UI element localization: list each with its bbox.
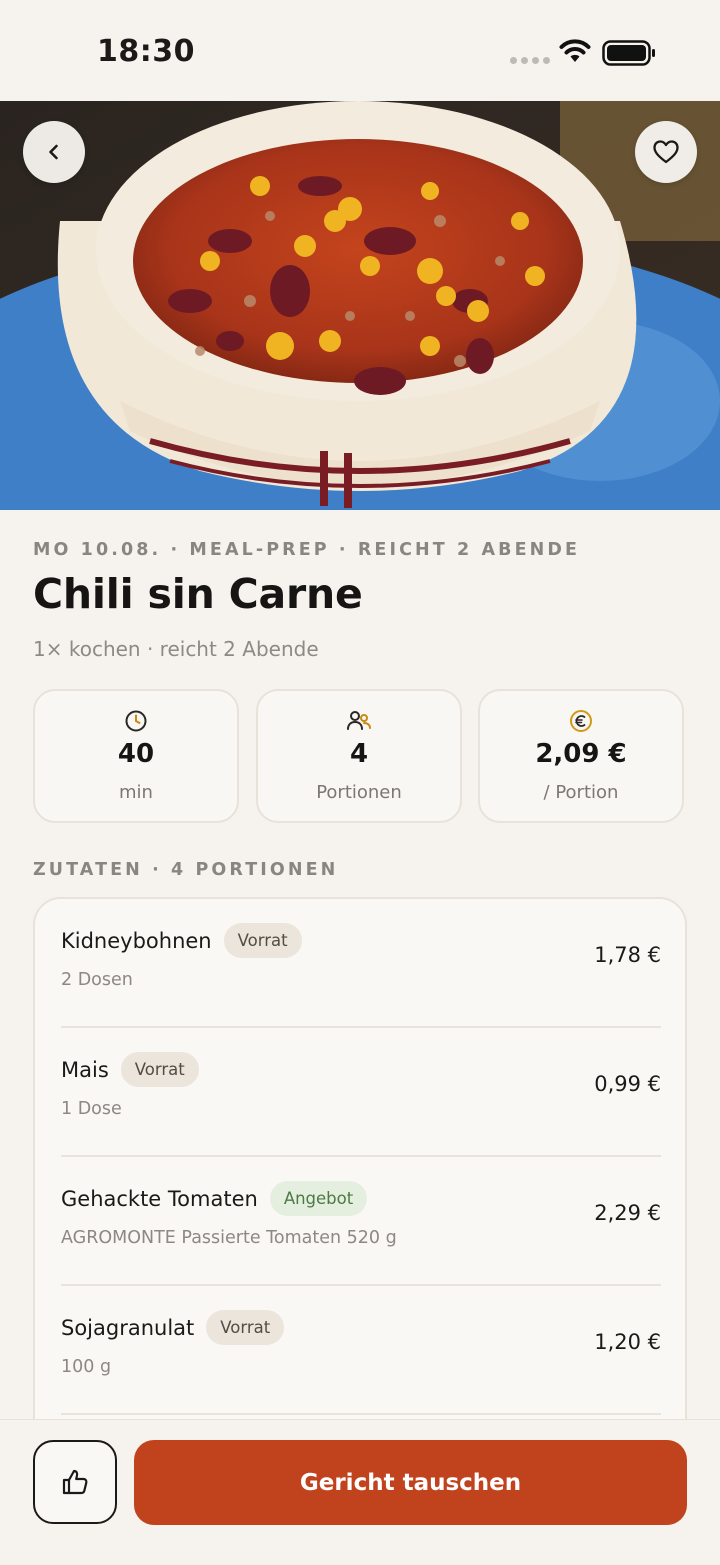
chili-bowl-image	[0, 101, 720, 510]
divider	[61, 1413, 661, 1415]
recipe-title: Chili sin Carne	[33, 570, 363, 618]
stock-badge: Vorrat	[120, 1052, 199, 1087]
thumbs-up-icon	[62, 1469, 88, 1495]
battery-icon	[602, 40, 655, 66]
ingredient-amount: 1 Dose	[61, 1099, 122, 1119]
ingredient-price: 1,78 €	[594, 943, 661, 967]
hero-image	[0, 101, 720, 510]
stat-card-portions: 4 Portionen	[256, 689, 462, 823]
favorite-button[interactable]	[635, 121, 697, 183]
ingredient-price: 1,20 €	[594, 1330, 661, 1354]
recipe-subtitle: 1× kochen · reicht 2 Abende	[33, 637, 319, 661]
ingredient-amount: 100 g	[61, 1357, 112, 1377]
clock-icon	[125, 710, 147, 732]
offer-badge: Angebot	[269, 1181, 368, 1216]
ingredient-row[interactable]: Gehackte Tomaten Angebot AGROMONTE Passi…	[61, 1157, 661, 1286]
ingredient-row[interactable]: Sojagranulat Vorrat 100 g 1,20 €	[61, 1286, 661, 1415]
heart-icon	[653, 140, 679, 164]
euro-icon	[570, 710, 592, 732]
ingredient-row[interactable]: Kidneybohnen Vorrat 2 Dosen 1,78 €	[61, 899, 661, 1028]
stat-portions-value: 4	[349, 739, 369, 769]
stat-price-label: / Portion	[543, 782, 619, 803]
ingredient-amount: AGROMONTE Passierte Tomaten 520 g	[61, 1228, 397, 1248]
ingredients-heading: ZUTATEN · 4 PORTIONEN	[33, 860, 339, 880]
chevron-left-icon	[49, 144, 58, 160]
like-button[interactable]	[33, 1440, 117, 1524]
stock-badge: Vorrat	[206, 1310, 285, 1345]
cellular-signal-icon	[510, 57, 550, 64]
ingredient-row[interactable]: Mais Vorrat 1 Dose 0,99 €	[61, 1028, 661, 1157]
ingredient-name: Kidneybohnen	[61, 928, 212, 953]
stat-time-value: 40	[117, 739, 155, 769]
ingredients-list: Kidneybohnen Vorrat 2 Dosen 1,78 € Mais …	[33, 897, 687, 1457]
ingredient-name: Mais	[61, 1057, 109, 1082]
stat-card-time: 40 min	[33, 689, 239, 823]
recipe-meta: MO 10.08. · MEAL-PREP · REICHT 2 ABENDE	[33, 540, 581, 560]
stat-price-value: 2,09 €	[535, 739, 627, 769]
ingredient-price: 2,29 €	[594, 1201, 661, 1225]
stat-time-label: min	[119, 782, 153, 803]
ingredient-amount: 2 Dosen	[61, 970, 133, 990]
back-button[interactable]	[23, 121, 85, 183]
ingredient-name: Sojagranulat	[61, 1315, 195, 1340]
wifi-icon	[559, 39, 591, 62]
bottom-action-bar: Gericht tauschen	[0, 1419, 720, 1565]
status-bar: 18:30	[0, 0, 720, 101]
ingredient-price: 0,99 €	[594, 1072, 661, 1096]
ingredient-name: Gehackte Tomaten	[61, 1186, 258, 1211]
stock-badge: Vorrat	[223, 923, 302, 958]
stat-portions-label: Portionen	[316, 782, 402, 803]
people-icon	[347, 711, 371, 730]
stat-card-price: 2,09 € / Portion	[478, 689, 684, 823]
status-time: 18:30	[97, 34, 195, 69]
swap-dish-button[interactable]: Gericht tauschen	[134, 1440, 687, 1525]
